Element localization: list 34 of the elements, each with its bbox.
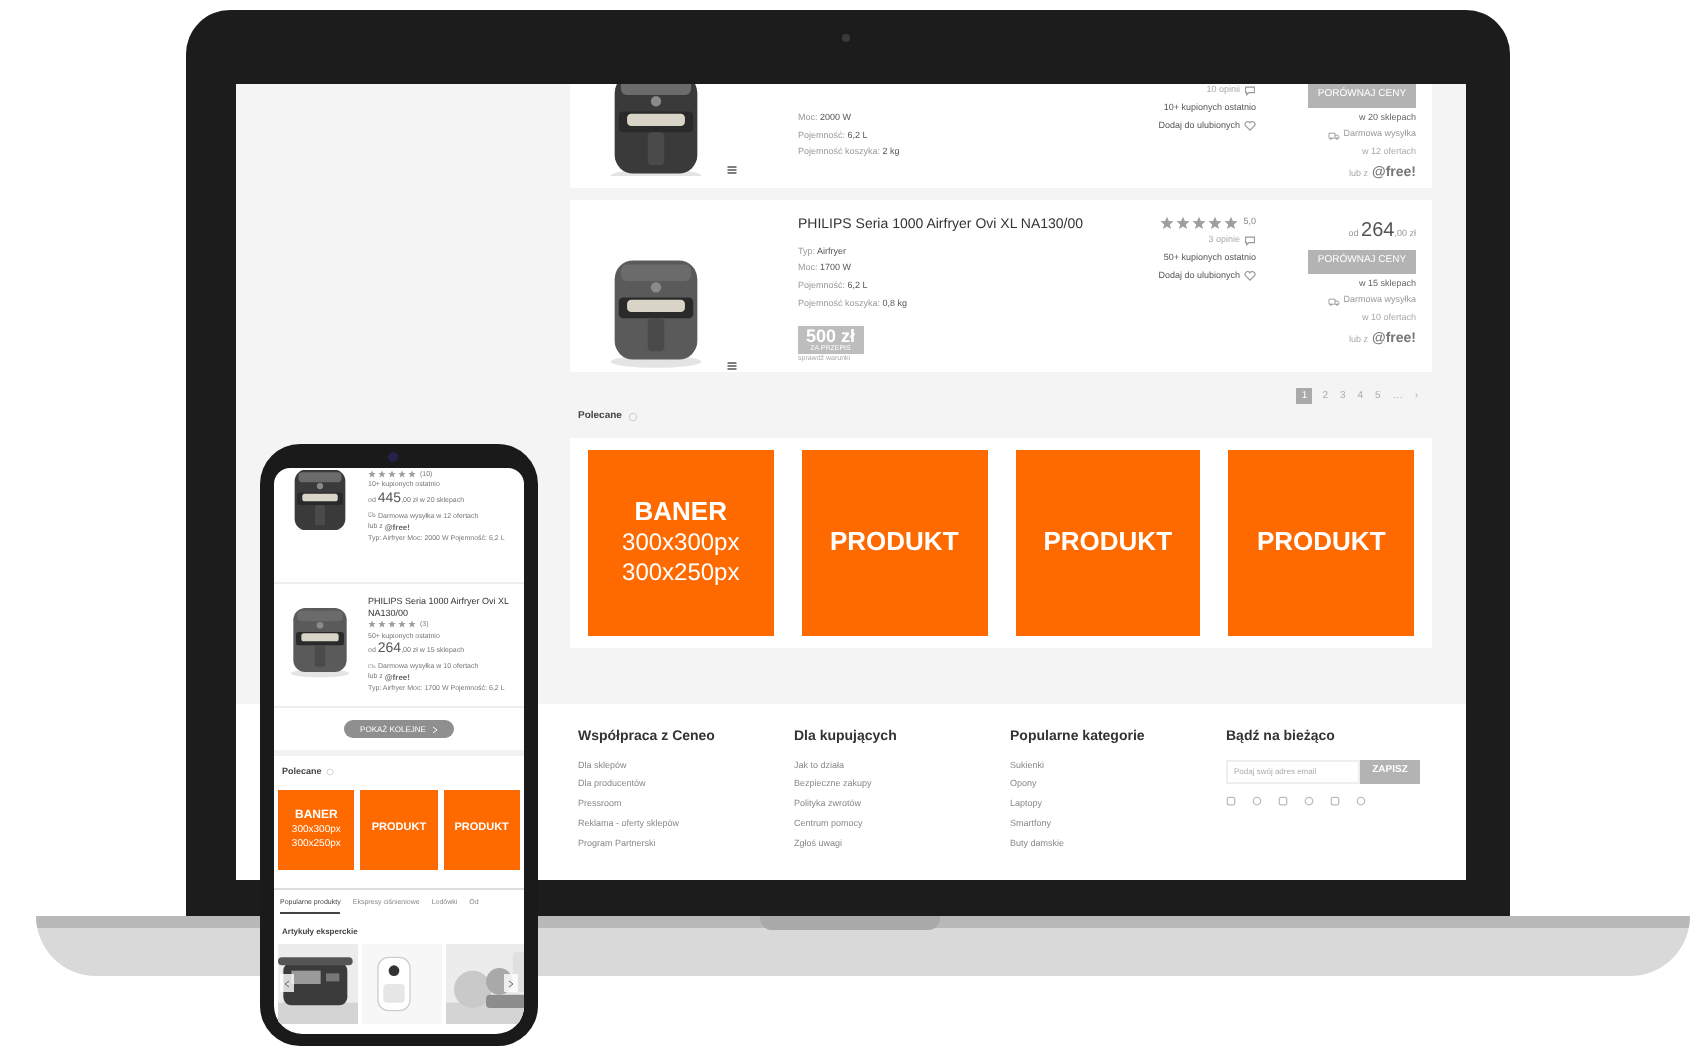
banner-title: BANER [634,495,727,529]
social-icon [1226,795,1236,805]
truck-icon [368,512,376,519]
list-icon [726,360,738,372]
product-tile[interactable]: PRODUKT [801,449,987,635]
banner-size: 300x250px [622,558,740,589]
truck-icon [1327,297,1340,306]
comment-icon [1244,235,1256,246]
social-icon [1252,795,1262,805]
social-icon [1304,795,1314,805]
heart-icon [1244,269,1256,282]
truck-icon [1327,131,1340,140]
banner-tile[interactable]: BANER 300x300px 300x250px [588,449,774,635]
banner-size: 300x300px [622,528,740,559]
camera-icon [388,452,398,462]
heart-icon [1244,119,1256,132]
social-icon [1356,795,1366,805]
chevron-icon [508,979,514,987]
info-icon [325,768,334,777]
social-icon [1278,795,1288,805]
tile-label: PRODUKT [829,525,959,559]
chevron-icon [284,979,290,987]
product-tile[interactable]: PRODUKT [1228,449,1414,635]
next-arrow-button[interactable] [504,974,518,992]
list-icon [726,164,738,176]
tile-label: PRODUKT [1256,525,1386,559]
product-tile[interactable]: PRODUKT [1015,449,1201,635]
info-icon [627,412,638,423]
social-icon [1330,795,1340,805]
prev-arrow-button[interactable] [280,974,294,992]
comment-icon [1244,85,1256,96]
tile-label: PRODUKT [1043,525,1173,559]
truck-icon [368,663,376,669]
chevron-icon [431,725,438,733]
